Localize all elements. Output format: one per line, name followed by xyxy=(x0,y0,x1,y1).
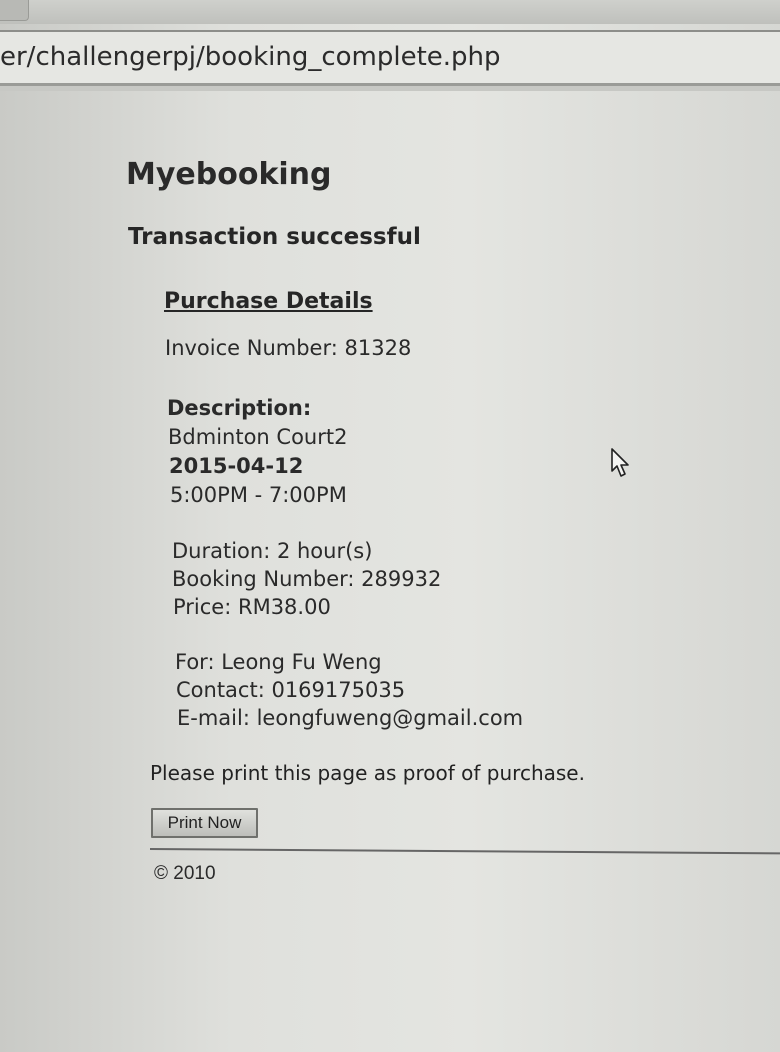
print-instruction: Please print this page as proof of purch… xyxy=(150,761,585,785)
purchase-details-heading: Purchase Details xyxy=(164,289,373,314)
print-now-button[interactable]: Print Now xyxy=(151,808,258,838)
site-title: Myebooking xyxy=(126,157,332,192)
mouse-pointer-icon xyxy=(611,448,629,477)
price: Price: RM38.00 xyxy=(173,595,331,619)
browser-tab-strip xyxy=(0,0,780,24)
court-name: Bdminton Court2 xyxy=(168,425,348,449)
customer-name: For: Leong Fu Weng xyxy=(175,650,382,674)
copyright-footer: © 2010 xyxy=(154,863,216,884)
description-label: Description: xyxy=(167,396,312,420)
invoice-number: Invoice Number: 81328 xyxy=(165,336,412,360)
booking-time: 5:00PM - 7:00PM xyxy=(170,483,347,507)
page-content: Myebooking Transaction successful Purcha… xyxy=(0,91,780,1052)
duration: Duration: 2 hour(s) xyxy=(172,539,373,563)
customer-contact: Contact: 0169175035 xyxy=(176,678,406,702)
browser-tab[interactable] xyxy=(0,0,29,21)
transaction-status: Transaction successful xyxy=(128,224,421,250)
address-bar[interactable]: er/challengerpj/booking_complete.php xyxy=(0,30,780,86)
customer-email: E-mail: leongfuweng@gmail.com xyxy=(177,706,524,730)
booking-number: Booking Number: 289932 xyxy=(172,567,442,591)
booking-date: 2015-04-12 xyxy=(169,454,304,478)
footer-divider xyxy=(149,848,780,855)
url-text[interactable]: er/challengerpj/booking_complete.php xyxy=(0,42,501,72)
